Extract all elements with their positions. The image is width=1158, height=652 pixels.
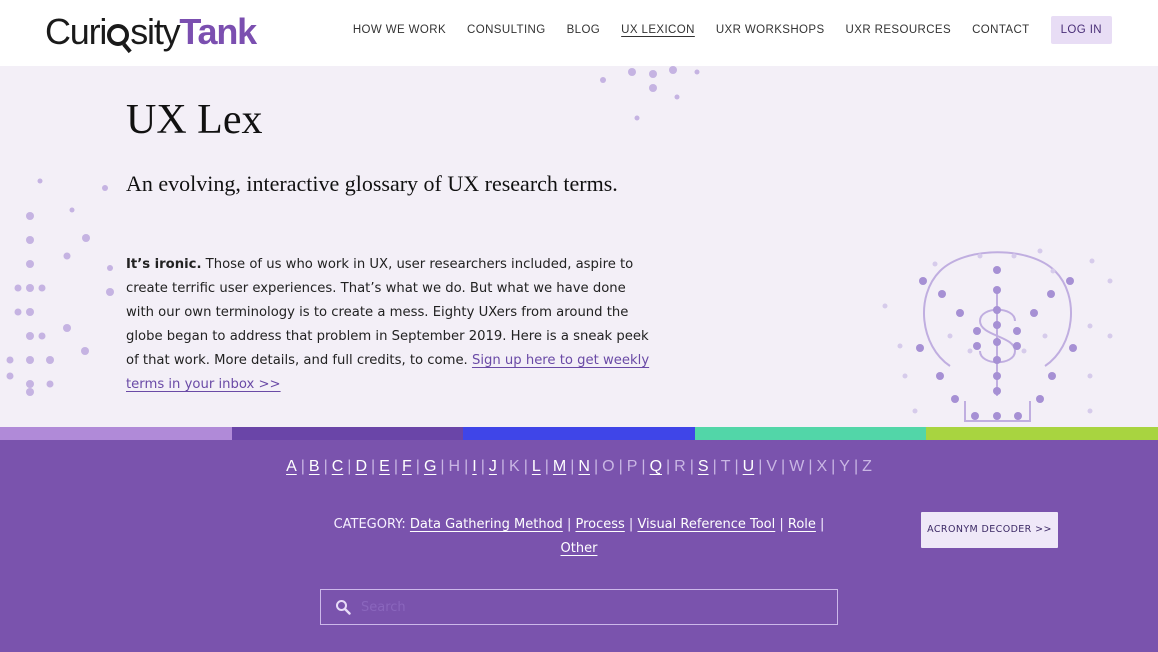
letter-s[interactable]: S — [696, 458, 711, 475]
letter-z: Z — [862, 458, 872, 475]
intro-paragraph: It’s ironic. Those of us who work in UX,… — [126, 253, 656, 397]
nav-item-ux-lexicon[interactable]: UX LEXICON — [621, 16, 695, 44]
nav-item-uxr-workshops[interactable]: UXR WORKSHOPS — [716, 16, 825, 44]
letter-f[interactable]: F — [400, 458, 414, 475]
letter-v: V — [766, 458, 778, 475]
hero-section: UX Lex An evolving, interactive glossary… — [0, 66, 1158, 427]
alphabet-separator: | — [712, 458, 717, 475]
color-band — [0, 427, 1158, 440]
letter-c[interactable]: C — [330, 458, 346, 475]
alphabet-separator: | — [853, 458, 859, 475]
letter-o: O — [602, 458, 615, 475]
letter-g[interactable]: G — [422, 458, 438, 475]
alphabet-separator: | — [371, 458, 376, 475]
category-label: CATEGORY: — [333, 517, 406, 532]
main-nav: HOW WE WORK CONSULTING BLOG UX LEXICON UXR W… — [332, 16, 1112, 44]
alphabet-filter: A | B | C | D | E | F | G | H | I | J | K | L | M | N | O | P | Q | R | S | T |… — [0, 458, 1158, 476]
logo-text-sity: sity — [130, 11, 180, 52]
letter-k: K — [509, 458, 520, 475]
letter-e[interactable]: E — [377, 458, 392, 475]
alphabet-separator: | — [689, 458, 694, 475]
alphabet-separator: | — [440, 458, 445, 475]
alphabet-separator: | — [480, 458, 485, 475]
category-visual-reference-tool[interactable]: Visual Reference Tool — [637, 517, 775, 532]
letter-j[interactable]: J — [487, 458, 499, 475]
category-separator: | — [815, 517, 825, 532]
letter-u[interactable]: U — [741, 458, 757, 475]
intro-text: Those of us who work in UX, user researc… — [126, 257, 649, 368]
category-filter: CATEGORY: Data Gathering Method | Proces… — [320, 513, 838, 561]
alphabet-separator: | — [618, 458, 623, 475]
alphabet-separator: | — [300, 458, 305, 475]
nav-item-how-we-work[interactable]: HOW WE WORK — [353, 16, 446, 44]
alphabet-separator: | — [523, 458, 528, 475]
alphabet-separator: | — [593, 458, 599, 475]
nav-item-uxr-resources[interactable]: UXR RESOURCES — [846, 16, 952, 44]
alphabet-separator: | — [641, 458, 646, 475]
filter-section: A | B | C | D | E | F | G | H | I | J | K | L | M | N | O | P | Q | R | S | T |… — [0, 440, 1158, 652]
magnifier-icon — [107, 24, 130, 46]
letter-n[interactable]: N — [576, 458, 592, 475]
band-segment — [463, 427, 695, 440]
alphabet-separator: | — [500, 458, 506, 475]
letter-l[interactable]: L — [530, 458, 543, 475]
letter-h: H — [448, 458, 461, 475]
category-data-gathering-method[interactable]: Data Gathering Method — [410, 517, 563, 532]
login-button[interactable]: LOG IN — [1050, 16, 1112, 44]
letter-d[interactable]: D — [353, 458, 369, 475]
letter-y: Y — [839, 458, 850, 475]
band-segment — [926, 427, 1158, 440]
category-separator: | — [624, 517, 638, 532]
logo-text-curi: Curi — [45, 11, 107, 52]
letter-m[interactable]: M — [551, 458, 568, 475]
search-input[interactable] — [361, 590, 831, 624]
alphabet-separator: | — [781, 458, 786, 475]
search-box — [320, 589, 838, 625]
alphabet-separator: | — [415, 458, 420, 475]
category-role[interactable]: Role — [788, 517, 816, 532]
letter-i[interactable]: I — [470, 458, 478, 475]
category-separator: | — [562, 517, 576, 532]
category-other[interactable]: Other — [561, 541, 598, 556]
nav-item-blog[interactable]: BLOG — [567, 16, 601, 44]
site-logo[interactable]: Curi sity Tank — [45, 6, 257, 58]
lightbulb-icon — [882, 248, 1113, 422]
page-subtitle: An evolving, interactive glossary of UX … — [126, 171, 618, 196]
category-process[interactable]: Process — [575, 517, 624, 532]
letter-b[interactable]: B — [307, 458, 322, 475]
letter-q[interactable]: Q — [648, 458, 664, 475]
acronym-decoder-button[interactable]: ACRONYM DECODER >> — [921, 512, 1058, 548]
category-separator: | — [775, 517, 788, 532]
nav-item-contact[interactable]: CONTACT — [972, 16, 1030, 44]
letter-t: T — [720, 458, 731, 475]
search-icon — [336, 600, 351, 615]
letter-w: W — [789, 458, 805, 475]
page-title: UX Lex — [126, 97, 263, 143]
alphabet-separator: | — [734, 458, 739, 475]
band-segment — [694, 427, 927, 440]
letter-p: P — [626, 458, 638, 475]
logo-text-tank: Tank — [179, 11, 257, 52]
alphabet-separator: | — [393, 458, 398, 475]
alphabet-separator: | — [666, 458, 671, 475]
nav-item-consulting[interactable]: CONSULTING — [467, 16, 546, 44]
site-header: Curi sity Tank HOW WE WORK CONSULTING BLOG UX… — [0, 0, 1158, 66]
intro-bold: It’s ironic. — [126, 257, 202, 272]
alphabet-separator: | — [544, 458, 549, 475]
letter-r: R — [674, 458, 686, 475]
band-segment — [0, 427, 232, 440]
letter-x: X — [816, 458, 828, 475]
letter-a[interactable]: A — [284, 458, 299, 475]
band-segment — [231, 427, 464, 440]
alphabet-separator: | — [323, 458, 328, 475]
